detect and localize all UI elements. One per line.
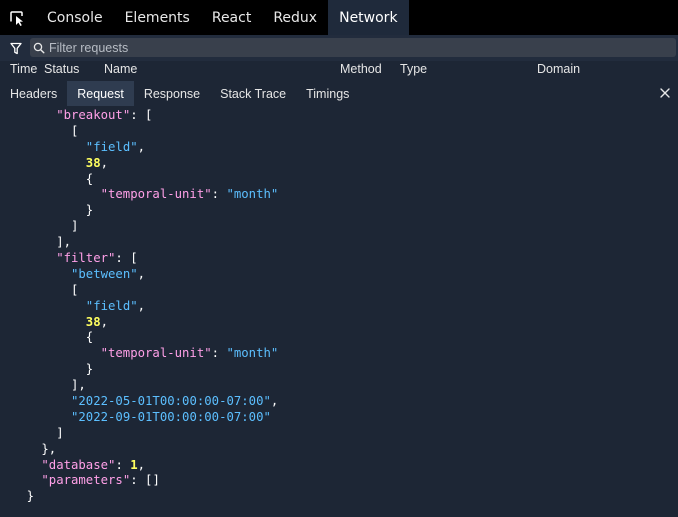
close-icon <box>660 88 670 98</box>
json-punctuation: } <box>85 362 94 377</box>
column-type[interactable]: Type <box>400 62 427 76</box>
subtab-response[interactable]: Response <box>134 81 210 106</box>
code-line: 38, <box>0 315 678 331</box>
search-icon <box>31 42 47 54</box>
code-line: "temporal-unit": "month" <box>0 187 678 203</box>
code-line: "between", <box>0 267 678 283</box>
code-line: ], <box>0 235 678 251</box>
json-number: 1 <box>130 457 138 472</box>
filter-toggle-button[interactable] <box>4 35 28 61</box>
json-punctuation: : <box>211 346 227 361</box>
request-payload-code: "breakout": [["field", 38,{"temporal-unit… <box>0 107 678 517</box>
column-status[interactable]: Status <box>44 62 79 76</box>
inspect-element-button[interactable] <box>0 0 34 35</box>
json-punctuation: [ <box>71 282 79 297</box>
devtools-tab-bar: Console Elements React Redux Network <box>0 0 678 35</box>
json-key: "parameters" <box>41 473 131 488</box>
json-key: "breakout" <box>56 108 131 122</box>
code-line: "temporal-unit": "month" <box>0 346 678 362</box>
json-key: "database" <box>41 457 116 472</box>
column-method[interactable]: Method <box>340 62 382 76</box>
code-line: "2022-05-01T00:00:00-07:00", <box>0 394 678 410</box>
code-line: }, <box>0 442 678 458</box>
close-detail-button[interactable] <box>658 86 672 100</box>
json-string: "2022-05-01T00:00:00-07:00" <box>71 394 271 409</box>
json-punctuation: { <box>85 330 94 345</box>
tab-network[interactable]: Network <box>328 0 409 35</box>
json-punctuation: , <box>100 155 109 170</box>
tab-console[interactable]: Console <box>36 0 114 35</box>
json-string: "2022-09-01T00:00:00-07:00" <box>71 409 271 424</box>
json-punctuation: ], <box>56 235 71 250</box>
column-name[interactable]: Name <box>104 62 137 76</box>
filter-requests-input[interactable] <box>47 38 676 57</box>
tab-react[interactable]: React <box>201 0 262 35</box>
code-line: "field", <box>0 299 678 315</box>
code-line: [ <box>0 124 678 140</box>
subtab-request[interactable]: Request <box>67 81 134 106</box>
subtab-stack-trace[interactable]: Stack Trace <box>210 81 296 106</box>
code-line: "parameters": [] <box>0 473 678 489</box>
funnel-icon <box>10 42 22 54</box>
code-line: } <box>0 203 678 219</box>
json-punctuation: , <box>100 314 109 329</box>
json-punctuation: : [ <box>130 108 153 122</box>
tab-redux[interactable]: Redux <box>262 0 328 35</box>
devtools-panel: Console Elements React Redux Network Tim… <box>0 0 678 517</box>
inspect-cursor-icon <box>10 10 23 26</box>
filter-row <box>0 35 678 61</box>
code-line: ], <box>0 378 678 394</box>
code-line: ] <box>0 219 678 235</box>
json-punctuation: , <box>137 139 146 154</box>
code-line: [ <box>0 283 678 299</box>
json-punctuation: : [ <box>115 251 138 266</box>
json-punctuation: ] <box>71 219 79 234</box>
json-punctuation: }, <box>41 441 57 456</box>
json-punctuation: : [] <box>130 473 160 488</box>
code-line: "breakout": [ <box>0 108 678 124</box>
filter-box <box>30 38 676 57</box>
code-line: 38, <box>0 156 678 172</box>
json-string: "month" <box>226 346 279 361</box>
json-number: 38 <box>85 155 101 170</box>
json-punctuation: : <box>211 187 227 202</box>
code-line: "2022-09-01T00:00:00-07:00" <box>0 410 678 426</box>
code-line: { <box>0 330 678 346</box>
code-line: ] <box>0 426 678 442</box>
request-table-header: Time Status Name Method Type Domain <box>0 61 678 78</box>
code-line: } <box>0 362 678 378</box>
column-domain[interactable]: Domain <box>537 62 580 76</box>
code-line: } <box>0 489 678 505</box>
tab-elements[interactable]: Elements <box>114 0 201 35</box>
column-time[interactable]: Time <box>10 62 37 76</box>
code-line: "database": 1, <box>0 458 678 474</box>
json-string: "field" <box>85 139 138 154</box>
json-punctuation: , <box>137 266 146 281</box>
json-punctuation: : <box>115 457 131 472</box>
subtab-timings[interactable]: Timings <box>296 81 359 106</box>
json-punctuation: ] <box>56 425 64 440</box>
json-key: "temporal-unit" <box>100 187 212 202</box>
json-punctuation: } <box>26 489 34 504</box>
top-tabs: Console Elements React Redux Network <box>36 0 409 35</box>
json-number: 38 <box>85 314 101 329</box>
json-string: "between" <box>71 266 138 281</box>
json-punctuation: , <box>270 394 279 409</box>
request-detail-tabs: Headers Request Response Stack Trace Tim… <box>0 81 678 106</box>
code-line: "field", <box>0 140 678 156</box>
code-line: "filter": [ <box>0 251 678 267</box>
subtab-headers[interactable]: Headers <box>0 81 67 106</box>
json-punctuation: , <box>137 298 146 313</box>
json-punctuation: , <box>137 457 146 472</box>
json-key: "filter" <box>56 251 116 266</box>
json-punctuation: } <box>85 203 94 218</box>
json-string: "month" <box>226 187 279 202</box>
json-punctuation: ], <box>71 378 86 393</box>
json-string: "field" <box>85 298 138 313</box>
json-punctuation: { <box>85 171 94 186</box>
json-punctuation: [ <box>71 123 79 138</box>
code-line: { <box>0 172 678 188</box>
json-key: "temporal-unit" <box>100 346 212 361</box>
